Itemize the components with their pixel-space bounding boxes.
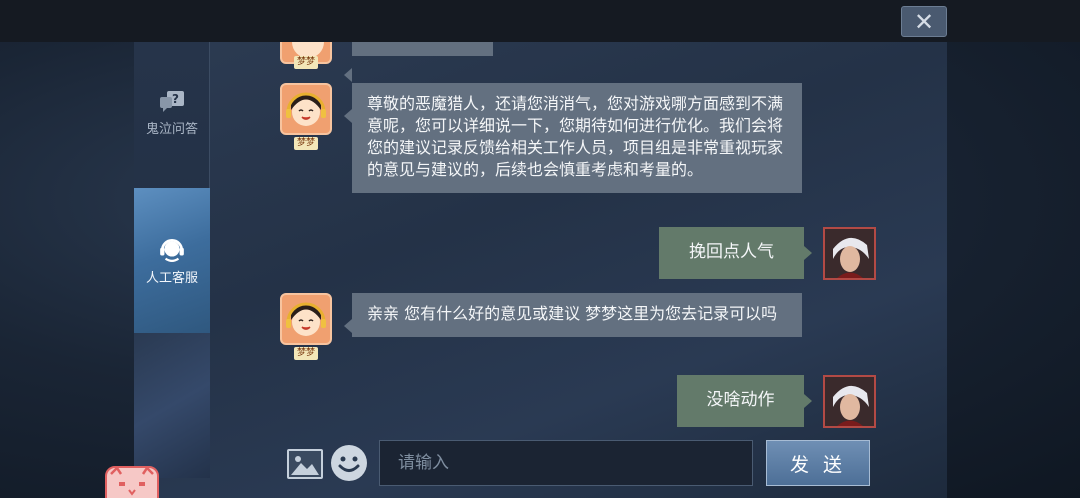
user-portrait-icon	[825, 377, 874, 426]
sidebar-item-label: 人工客服	[145, 271, 198, 286]
user-avatar	[823, 227, 876, 280]
agent-name-badge: 梦梦	[294, 56, 318, 69]
message-input[interactable]	[379, 440, 753, 486]
agent-avatar	[280, 293, 332, 345]
message-bubble	[344, 42, 493, 82]
image-icon[interactable]	[287, 449, 323, 479]
sidebar-decoration	[134, 333, 210, 478]
agent-avatar	[280, 83, 332, 135]
headset-agent-icon	[160, 239, 184, 262]
top-bar: ✕	[0, 0, 1080, 42]
close-button[interactable]: ✕	[901, 6, 947, 37]
mascot-face-glyph	[110, 466, 154, 496]
message-bubble: 尊敬的恶魔猎人，还请您消消气，您对游戏哪方面感到不满意呢，您可以详细说一下，您期…	[344, 83, 802, 193]
emoji-icon[interactable]	[331, 445, 367, 481]
question-bubble-icon: ?	[160, 91, 184, 112]
user-portrait-icon	[825, 229, 874, 278]
message-bubble: 挽回点人气	[659, 227, 812, 279]
sidebar: ? 鬼泣问答 人工客服	[134, 42, 210, 478]
sidebar-item-human-service[interactable]: 人工客服	[134, 188, 210, 333]
agent-name-badge: 梦梦	[294, 347, 318, 360]
message-bubble: 没啥动作	[677, 375, 812, 427]
mascot-icon	[105, 466, 159, 498]
smile-glyph	[338, 456, 360, 472]
image-glyph	[291, 456, 319, 475]
sidebar-item-label: 鬼泣问答	[145, 122, 198, 137]
agent-face-icon	[286, 92, 326, 126]
agent-face-icon	[286, 302, 326, 336]
message-bubble: 亲亲 您有什么好的意见或建议 梦梦这里为您去记录可以吗	[344, 293, 802, 337]
chat-panel: ? 鬼泣问答 人工客服 梦梦 梦梦 尊敬的恶魔猎人，还请您消消气，您对游戏哪方面…	[134, 42, 947, 498]
svg-text:?: ?	[172, 92, 179, 106]
user-avatar	[823, 375, 876, 428]
sidebar-item-qa[interactable]: ? 鬼泣问答	[134, 90, 210, 150]
agent-name-badge: 梦梦	[294, 137, 318, 150]
send-button[interactable]: 发 送	[766, 440, 870, 486]
